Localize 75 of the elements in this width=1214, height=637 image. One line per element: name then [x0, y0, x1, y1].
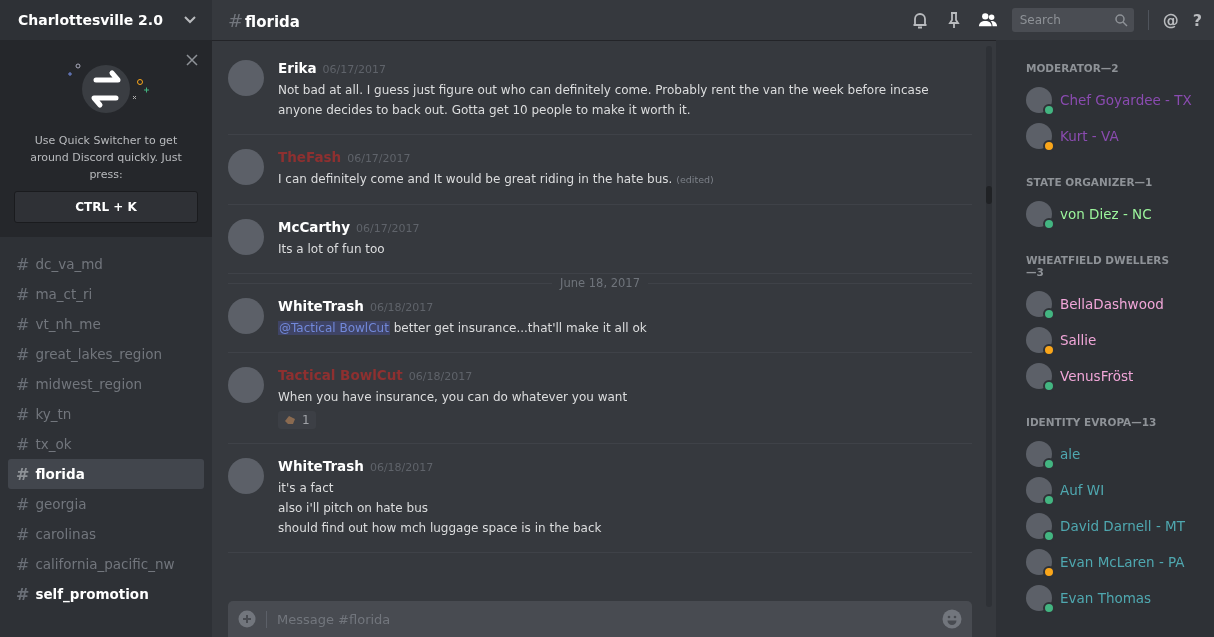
channel-item[interactable]: # vt_nh_me [8, 309, 204, 339]
member-name[interactable]: VenusFröst [1060, 368, 1134, 384]
channel-item[interactable]: # california_pacific_nw [8, 549, 204, 579]
hash-icon: # [16, 434, 30, 454]
member-name[interactable]: Evan Thomas [1060, 590, 1152, 606]
server-name[interactable]: Charlottesville 2.0 [18, 12, 163, 28]
channel-item[interactable]: # florida [8, 459, 204, 489]
channel-item[interactable]: # great_lakes_region [8, 339, 204, 369]
message-text: When you have insurance, you can do whatever you want [278, 389, 628, 406]
scrollbar-thumb[interactable] [986, 186, 992, 204]
search-box[interactable]: Search [1011, 8, 1134, 32]
author-name[interactable]: WhiteTrash [278, 458, 364, 474]
channel-item[interactable]: # ky_tn [8, 399, 204, 429]
avatar[interactable] [1026, 585, 1052, 611]
user-mention[interactable]: @Tactical BowlCut [278, 321, 390, 335]
hash-icon: # [16, 464, 30, 484]
hash-icon: # [16, 554, 30, 574]
author-name[interactable]: WhiteTrash [278, 298, 364, 314]
hash-icon: # [16, 284, 30, 304]
member-name[interactable]: von Diez - NC [1060, 206, 1152, 222]
member-name[interactable]: Auf WI [1060, 482, 1105, 498]
role-heading: MODERATOR—2 [1026, 62, 1120, 74]
author-name[interactable]: Erika [278, 60, 317, 76]
hash-icon: # [16, 494, 30, 514]
chevron-down-icon[interactable] [184, 16, 196, 24]
channel-title: #florida [228, 9, 300, 31]
shortcut-button[interactable]: CTRL + K [14, 191, 198, 223]
role-heading: STATE ORGANIZER—1 [1026, 176, 1154, 188]
member-name[interactable]: Sallie [1060, 332, 1097, 348]
hash-icon: # [16, 314, 30, 334]
member-name[interactable]: Evan McLaren - PA [1060, 554, 1185, 570]
date-divider: June 18, 2017 [560, 276, 640, 290]
message-text: @Tactical BowlCut better get insurance...that'll make it all ok [278, 320, 647, 337]
hash-icon: # [16, 374, 30, 394]
member-name[interactable]: David Darnell - MT [1060, 518, 1185, 534]
hash-icon: # [16, 254, 30, 274]
channel-item[interactable]: # ma_ct_ri [8, 279, 204, 309]
reaction-button[interactable]: 1 [278, 411, 316, 429]
member-name[interactable]: BellaDashwood [1060, 296, 1164, 312]
mentions-button[interactable]: @ [1162, 10, 1179, 30]
channel-item[interactable]: # carolinas [8, 519, 204, 549]
close-icon[interactable] [186, 54, 198, 66]
avatar[interactable] [1026, 123, 1052, 149]
avatar[interactable] [1026, 477, 1052, 503]
channel-item[interactable]: # dc_va_md [8, 249, 204, 279]
role-heading: WHEATFIELD DWELLERS—3 [1026, 254, 1170, 278]
message-text: I can definitely come and It would be great riding in the hate bus. (edited) [278, 171, 714, 188]
message-text: should find out how mch luggage space is in the back [278, 520, 602, 537]
avatar[interactable] [1026, 327, 1052, 353]
quick-switcher-hint: Use Quick Switcher to get around Discord quickly. Just press: [29, 133, 183, 183]
channel-item[interactable]: # georgia [8, 489, 204, 519]
message-text: Its a lot of fun too [278, 241, 386, 258]
author-name[interactable]: McCarthy [278, 219, 350, 235]
avatar[interactable] [1026, 513, 1052, 539]
avatar[interactable] [1026, 291, 1052, 317]
channel-item[interactable]: # tx_ok [8, 429, 204, 459]
message-text: Not bad at all. I guess just figure out who can definitely come. Probably rent the van the week before incase anyone decides to back out. Gotta get 10 people to make it worth it. [278, 82, 930, 119]
message-text: also i'll pitch on hate bus [278, 500, 429, 517]
avatar[interactable] [1026, 87, 1052, 113]
hash-icon: # [16, 344, 30, 364]
help-button[interactable]: ? [1192, 10, 1202, 30]
avatar[interactable] [1026, 441, 1052, 467]
search-icon[interactable] [1114, 13, 1128, 27]
hash-icon: # [16, 404, 30, 424]
role-heading: IDENTITY EVROPA—13 [1026, 416, 1158, 428]
message-text: it's a fact [278, 480, 335, 497]
hash-icon: # [16, 584, 30, 604]
avatar[interactable] [1026, 201, 1052, 227]
avatar[interactable] [1026, 363, 1052, 389]
avatar[interactable] [1026, 549, 1052, 575]
member-name[interactable]: ale [1060, 446, 1081, 462]
channel-item[interactable]: # self_promotion [8, 579, 204, 609]
channel-item[interactable]: # midwest_region [8, 369, 204, 399]
hash-icon: # [16, 524, 30, 544]
search-field[interactable]: Search [1017, 12, 1115, 28]
